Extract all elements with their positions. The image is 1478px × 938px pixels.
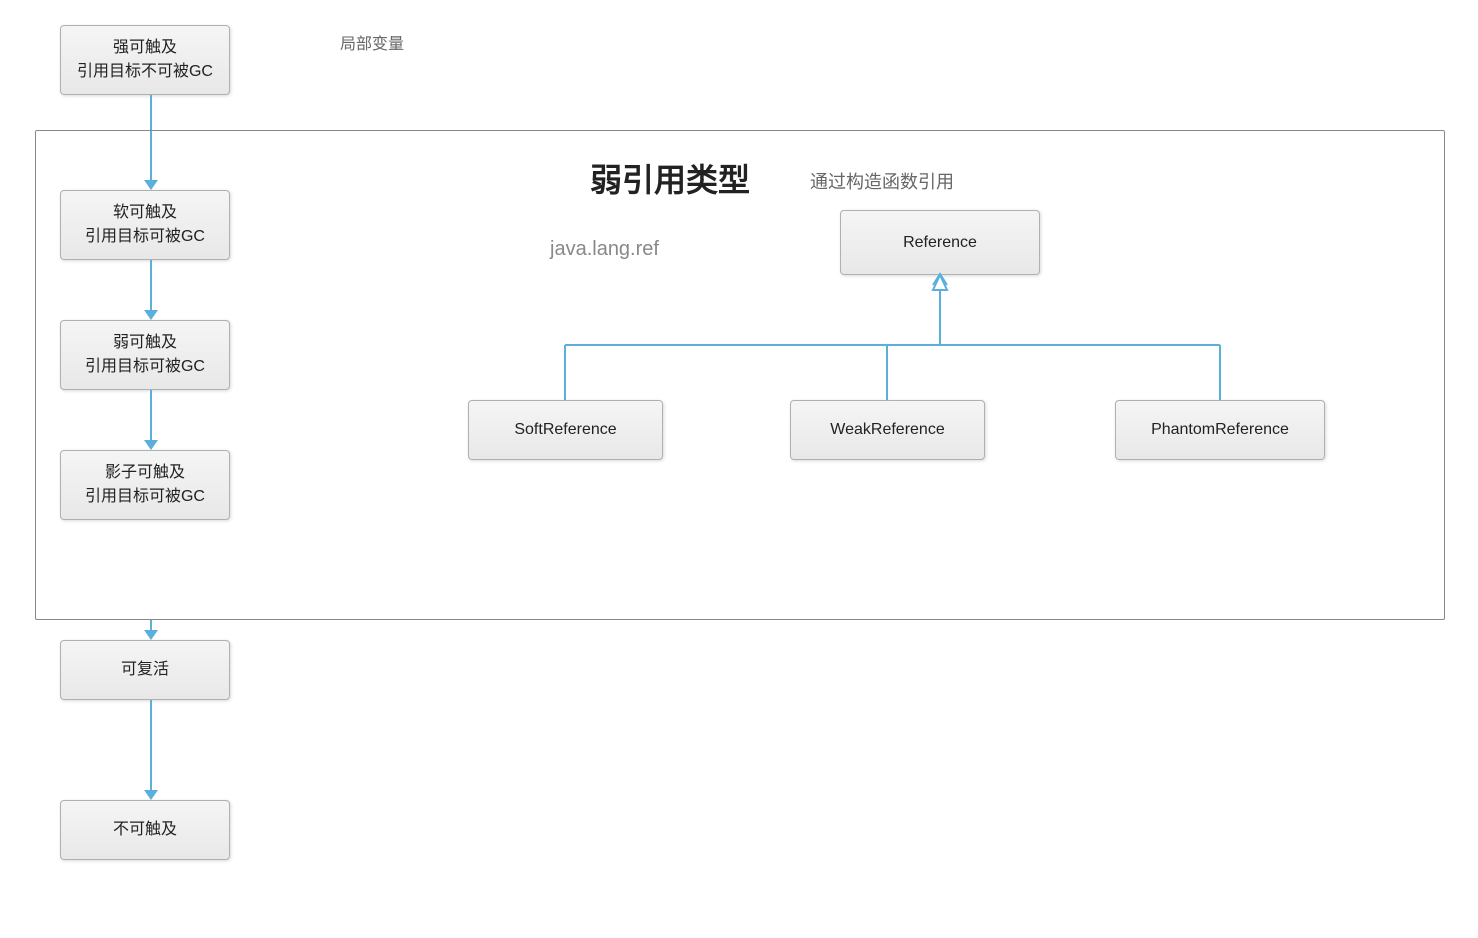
box-revivable: 可复活 [60,640,230,700]
box-unreachable-text: 不可触及 [113,818,177,842]
hierarchy-svg [0,0,1478,938]
box-unreachable: 不可触及 [60,800,230,860]
arrow-revivable-to-unreachable [144,700,158,800]
diagram-container: 局部变量 强可触及 引用目标不可被GC 软可触及 引用目标可被GC 弱可触及 引… [0,0,1478,938]
arrow-phantom-to-revivable [144,620,158,640]
box-revivable-text: 可复活 [121,658,169,682]
